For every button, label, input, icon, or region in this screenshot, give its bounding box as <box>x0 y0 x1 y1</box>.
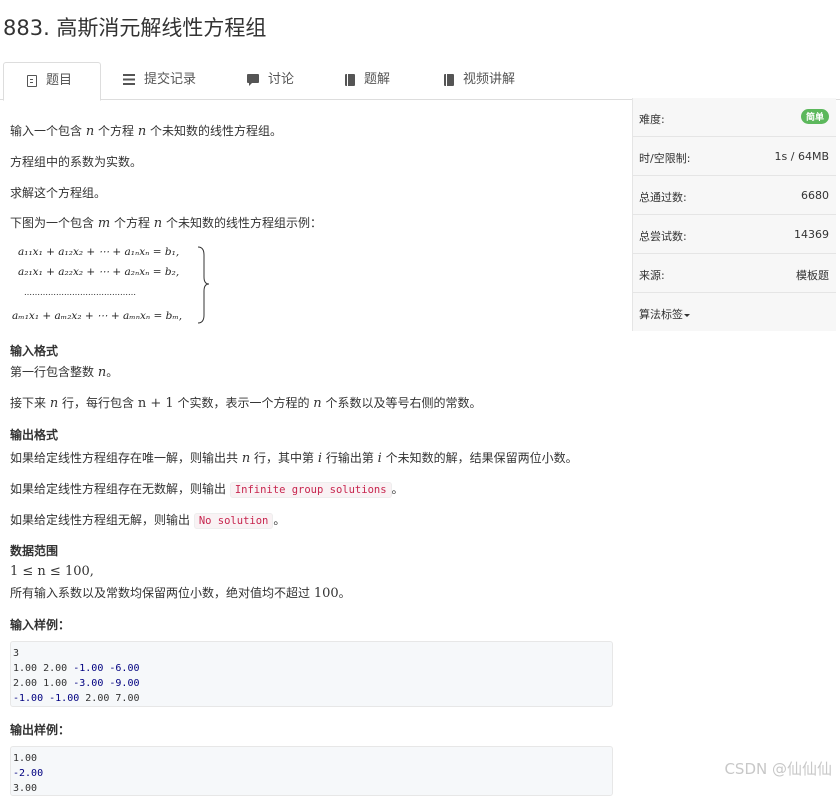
output-format-heading: 输出格式 <box>10 428 59 442</box>
sample-input-heading: 输入样例： <box>10 618 71 632</box>
code-line: -2.00 <box>13 768 44 779</box>
info-row-attempts: 总尝试数: 14369 <box>633 215 836 254</box>
info-row-source: 来源: 模板题 <box>633 254 836 293</box>
caret-down-icon <box>684 313 690 317</box>
difficulty-badge: 简单 <box>800 109 829 124</box>
output-format-line: 如果给定线性方程组存在无数解，则输出 Infinite group soluti… <box>10 482 404 498</box>
sample-input-block[interactable]: 3 1.00 2.00 -1.00 -6.00 2.00 1.00 -3.00 … <box>10 641 613 707</box>
inline-code: No solution <box>193 513 274 529</box>
code-line: 3 <box>13 648 20 659</box>
tab-label: 题目 <box>46 73 73 88</box>
equation-row: aₘ₁x₁ + aₘ₂x₂ + ⋯ + aₘₙxₙ = bₘ, <box>12 310 182 322</box>
equation-row: a₂₁x₁ + a₂₂x₂ + ⋯ + a₂ₙxₙ = b₂, <box>18 266 179 278</box>
book-icon <box>444 73 454 86</box>
statement-line: 求解这个方程组。 <box>10 186 107 200</box>
algorithm-tags-dropdown[interactable]: 算法标签 <box>633 293 836 331</box>
input-format-line: 第一行包含整数 n。 <box>10 365 119 380</box>
code-line: 1.00 <box>13 753 38 764</box>
tab-label: 题解 <box>364 72 391 87</box>
tab-solutions[interactable]: 题解 <box>345 62 390 98</box>
info-row-difficulty: 难度: 简单 <box>633 98 836 137</box>
tab-discussion[interactable]: 讨论 <box>247 62 294 98</box>
book-icon <box>345 73 355 86</box>
statement-line: 下图为一个包含 m 个方程 n 个未知数的线性方程组示例： <box>10 216 322 231</box>
watermark: CSDN @仙仙仙 <box>724 760 832 778</box>
tab-label: 视频讲解 <box>463 72 516 87</box>
tab-label: 提交记录 <box>144 72 197 87</box>
tab-video[interactable]: 视频讲解 <box>444 62 515 98</box>
info-row-limits: 时/空限制: 1s / 64MB <box>633 137 836 176</box>
inline-code: Infinite group solutions <box>229 482 392 498</box>
equation-row: …………………………………… <box>24 288 136 297</box>
range-line: 1 ≤ n ≤ 100, <box>10 564 94 579</box>
statement-line: 方程组中的系数为实数。 <box>10 155 143 169</box>
input-format-heading: 输入格式 <box>10 344 59 358</box>
problem-info-panel: 难度: 简单 时/空限制: 1s / 64MB 总通过数: 6680 总尝试数:… <box>632 98 836 331</box>
tab-problem[interactable]: 题目 <box>3 62 101 101</box>
output-format-line: 如果给定线性方程组存在唯一解，则输出共 n 行，其中第 i 行输出第 i 个未知… <box>10 451 578 466</box>
tab-submissions[interactable]: 提交记录 <box>123 62 196 98</box>
page-title: 883. 高斯消元解线性方程组 <box>3 16 267 40</box>
code-line: -1.00 -1.00 2.00 7.00 <box>13 693 140 704</box>
document-icon <box>27 74 37 87</box>
statement-line: 输入一个包含 n 个方程 n 个未知数的线性方程组。 <box>10 124 283 139</box>
tab-label: 讨论 <box>268 72 295 87</box>
range-heading: 数据范围 <box>10 544 59 558</box>
code-line: 1.00 2.00 -1.00 -6.00 <box>13 663 140 674</box>
input-format-line: 接下来 n 行，每行包含 n + 1 个实数，表示一个方程的 n 个系数以及等号… <box>10 396 482 411</box>
tab-bar: 题目 提交记录 讨论 题解 视频讲解 <box>0 62 840 101</box>
output-format-line: 如果给定线性方程组无解，则输出 No solution。 <box>10 513 286 529</box>
equation-image: a₁₁x₁ + a₁₂x₂ + ⋯ + a₁ₙxₙ = b₁, a₂₁x₁ + … <box>12 246 210 324</box>
info-row-accepted: 总通过数: 6680 <box>633 176 836 215</box>
range-line: 所有输入系数以及常数均保留两位小数，绝对值均不超过 100。 <box>10 586 351 601</box>
list-icon <box>123 74 135 85</box>
sample-output-heading: 输出样例： <box>10 723 71 737</box>
equation-row: a₁₁x₁ + a₁₂x₂ + ⋯ + a₁ₙxₙ = b₁, <box>18 246 179 258</box>
code-line: 2.00 1.00 -3.00 -9.00 <box>13 678 140 689</box>
comment-icon <box>247 74 259 86</box>
